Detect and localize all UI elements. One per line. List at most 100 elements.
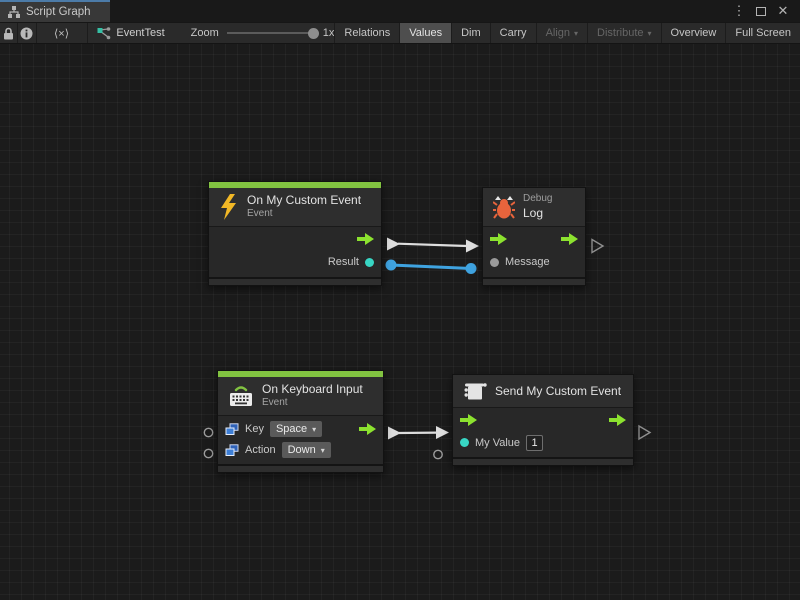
node-body: Result [209, 226, 381, 277]
toggle-label: Relations [344, 27, 390, 39]
port-label: Action [245, 444, 276, 456]
key-input-row: Key Space ▾ [218, 419, 383, 440]
toolbar-separator [87, 23, 88, 43]
node-subtitle: Event [262, 397, 363, 410]
flow-arrow-icon[interactable] [490, 233, 507, 245]
code-preview-button[interactable]: ⟨×⟩ [36, 23, 86, 43]
window-title-bar: Script Graph ⋮ ✕ [0, 0, 800, 22]
node-debug-log[interactable]: Debug Log Message [482, 187, 586, 286]
node-subtitle: Event [247, 208, 361, 221]
toggle-relations[interactable]: Relations [335, 23, 399, 43]
control-output-row [209, 228, 381, 251]
flow-arrow-icon[interactable] [609, 414, 626, 426]
zoom-value: 1x [323, 27, 335, 39]
inspect-button[interactable] [18, 23, 35, 43]
node-title: On My Custom Event [247, 193, 361, 208]
node-body: Key Space ▾ Action Down ▾ [218, 415, 383, 464]
chevron-down-icon: ▾ [321, 447, 325, 455]
flow-arrow-icon[interactable] [460, 414, 477, 426]
value-port-icon[interactable] [460, 438, 469, 447]
chevron-down-icon: ▾ [312, 426, 316, 434]
graph-asset-icon [97, 27, 111, 40]
node-title: On Keyboard Input [262, 382, 363, 397]
port-label: Message [505, 256, 550, 268]
align-menu-button[interactable]: Align ▾ [537, 23, 587, 43]
toggle-label: Dim [461, 27, 481, 39]
result-output-row: Result [209, 251, 381, 274]
custom-event-icon [463, 380, 487, 402]
node-send-my-custom-event[interactable]: Send My Custom Event My Value 1 [452, 374, 634, 466]
zoom-slider-handle[interactable] [308, 28, 319, 39]
key-dropdown[interactable]: Space ▾ [270, 421, 322, 437]
node-title: Send My Custom Event [495, 384, 621, 399]
distribute-menu-button[interactable]: Distribute ▾ [588, 23, 660, 43]
toggle-label: Distribute [597, 27, 643, 39]
node-on-my-custom-event[interactable]: On My Custom Event Event Result [208, 181, 382, 286]
port-label: Key [245, 423, 264, 435]
graph-canvas[interactable] [0, 44, 800, 600]
dropdown-value: Space [276, 422, 307, 436]
message-input-row: Message [483, 251, 585, 274]
node-footer [453, 457, 633, 465]
port-label: Result [328, 256, 359, 268]
node-category: Debug [523, 193, 552, 206]
tab-title: Script Graph [26, 6, 91, 18]
node-header: Debug Log [483, 188, 585, 226]
toggle-label: Values [409, 27, 442, 39]
my-value-input-row: My Value 1 [453, 431, 633, 454]
flow-arrow-icon[interactable] [561, 233, 578, 245]
toggle-carry[interactable]: Carry [491, 23, 536, 43]
toggle-label: Overview [671, 27, 717, 39]
node-header: On Keyboard Input Event [218, 377, 383, 415]
toggle-label: Carry [500, 27, 527, 39]
chevron-down-icon: ▾ [648, 30, 652, 38]
window-menu-icon[interactable]: ⋮ [730, 0, 748, 22]
toggle-values[interactable]: Values [400, 23, 451, 43]
lightning-icon [219, 194, 239, 220]
node-header: Send My Custom Event [453, 375, 633, 407]
action-input-row: Action Down ▾ [218, 440, 383, 461]
zoom-label: Zoom [191, 27, 219, 39]
port-label: My Value [475, 437, 520, 449]
zoom-control: Zoom 1x [191, 27, 335, 39]
chevron-down-icon: ▾ [574, 30, 578, 38]
control-flow-row [453, 409, 633, 431]
flow-arrow-icon[interactable] [359, 423, 376, 435]
flow-arrow-icon[interactable] [357, 233, 374, 245]
node-on-keyboard-input[interactable]: On Keyboard Input Event Key Space ▾ Act [217, 370, 384, 473]
control-flow-row [483, 228, 585, 251]
tab-script-graph[interactable]: Script Graph [0, 0, 110, 22]
info-icon [20, 27, 33, 40]
my-value-field[interactable]: 1 [526, 435, 543, 451]
graph-name: EventTest [116, 27, 164, 39]
full-screen-button[interactable]: Full Screen [726, 23, 800, 43]
graph-toolbar: ⟨×⟩ EventTest Zoom 1x Relations Values D… [0, 22, 800, 44]
lock-icon [3, 27, 14, 40]
value-port-icon[interactable] [365, 258, 374, 267]
graph-icon [8, 6, 20, 18]
node-header: On My Custom Event Event [209, 188, 381, 226]
lock-button[interactable] [0, 23, 17, 43]
bug-icon [493, 195, 515, 219]
enum-type-icon [225, 444, 239, 457]
toggle-label: Align [546, 27, 570, 39]
action-dropdown[interactable]: Down ▾ [282, 442, 331, 458]
value-port-icon[interactable] [490, 258, 499, 267]
node-body: My Value 1 [453, 407, 633, 457]
maximize-icon[interactable] [756, 7, 766, 16]
node-footer [218, 464, 383, 472]
zoom-slider[interactable] [227, 32, 315, 34]
enum-type-icon [225, 423, 239, 436]
node-body: Message [483, 226, 585, 277]
keyboard-icon [228, 384, 254, 408]
toggle-dim[interactable]: Dim [452, 23, 490, 43]
graph-breadcrumb[interactable]: EventTest [97, 27, 164, 40]
toolbar-toggle-group: Relations Values Dim Carry Align ▾ Distr… [334, 23, 800, 43]
node-title: Log [523, 206, 552, 221]
toggle-label: Full Screen [735, 27, 791, 39]
node-footer [483, 277, 585, 285]
dropdown-value: Down [288, 443, 316, 457]
overview-button[interactable]: Overview [662, 23, 726, 43]
close-icon[interactable]: ✕ [774, 0, 792, 22]
node-footer [209, 277, 381, 285]
